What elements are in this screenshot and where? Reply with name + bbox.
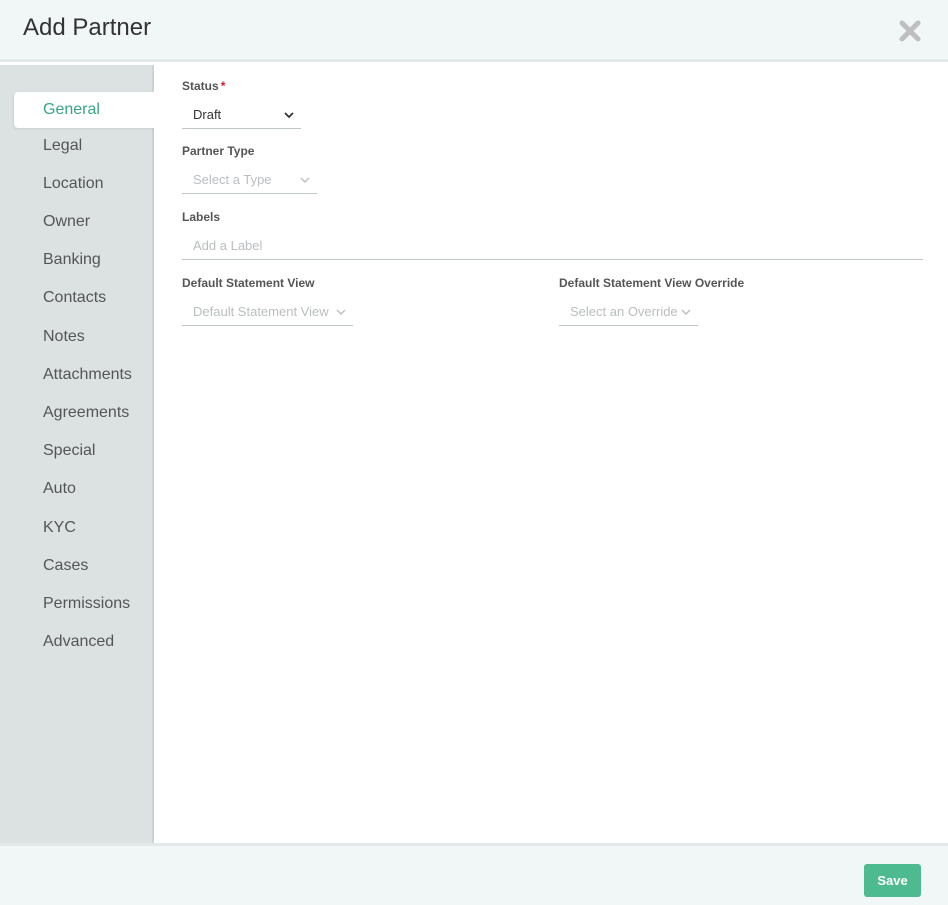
labels-input[interactable]: Add a Label — [182, 232, 923, 260]
sidebar-item-owner[interactable]: Owner — [0, 204, 154, 240]
status-select[interactable]: Draft — [182, 101, 301, 129]
sidebar-item-special[interactable]: Special — [0, 433, 154, 469]
chevron-down-icon — [284, 112, 294, 119]
chevron-down-icon — [300, 177, 310, 183]
default-statement-view-select[interactable]: Default Statement View — [182, 298, 353, 326]
required-mark: * — [220, 79, 226, 93]
partner-type-select[interactable]: Select a Type — [182, 166, 317, 194]
general-form: Status * Draft Partner Type Select a Type… — [156, 65, 948, 843]
sidebar-item-legal[interactable]: Legal — [0, 128, 154, 164]
sidebar-item-notes[interactable]: Notes — [0, 319, 154, 355]
default-statement-view-override-select[interactable]: Select an Override — [559, 298, 698, 326]
default-statement-view-placeholder: Default Statement View — [193, 304, 329, 319]
default-statement-view-label: Default Statement View — [182, 276, 315, 290]
labels-label: Labels — [182, 210, 221, 224]
sidebar-item-general[interactable]: General — [14, 92, 155, 128]
sidebar-nav: General Legal Location Owner Banking Con… — [0, 65, 155, 843]
partner-type-placeholder: Select a Type — [193, 172, 272, 187]
sidebar-item-advanced[interactable]: Advanced — [0, 624, 154, 660]
sidebar-item-location[interactable]: Location — [0, 166, 154, 202]
sidebar-item-attachments[interactable]: Attachments — [0, 357, 154, 393]
chevron-down-icon — [681, 309, 691, 315]
partner-type-label: Partner Type — [182, 144, 255, 158]
status-label: Status * — [182, 79, 226, 93]
sidebar-item-agreements[interactable]: Agreements — [0, 395, 154, 431]
default-statement-view-override-label: Default Statement View Override — [559, 276, 745, 290]
chevron-down-icon — [336, 309, 346, 315]
add-partner-modal: Add Partner General Legal Location Owner… — [0, 0, 948, 905]
sidebar-item-contacts[interactable]: Contacts — [0, 280, 154, 316]
sidebar-item-permissions[interactable]: Permissions — [0, 586, 154, 622]
close-icon[interactable] — [897, 18, 923, 44]
default-statement-view-override-placeholder: Select an Override — [570, 304, 678, 319]
modal-header: Add Partner — [0, 0, 948, 62]
status-select-value: Draft — [193, 107, 222, 122]
sidebar-item-cases[interactable]: Cases — [0, 548, 154, 584]
modal-title: Add Partner — [23, 14, 152, 41]
modal-footer: Save — [0, 843, 948, 905]
sidebar-item-kyc[interactable]: KYC — [0, 510, 154, 546]
save-button[interactable]: Save — [864, 864, 921, 897]
sidebar-item-banking[interactable]: Banking — [0, 242, 154, 278]
sidebar-item-auto[interactable]: Auto — [0, 471, 154, 507]
